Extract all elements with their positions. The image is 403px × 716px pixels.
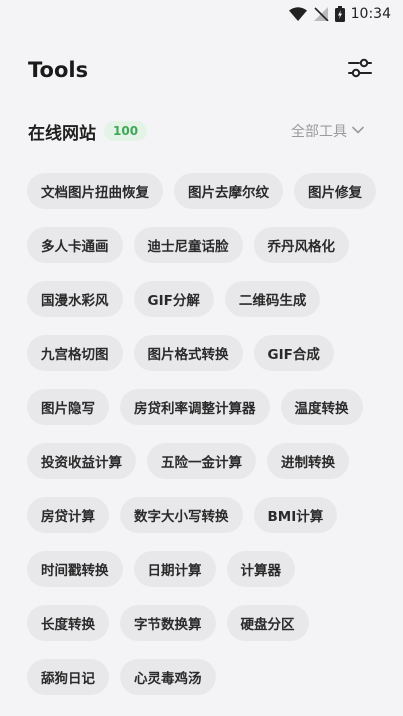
tool-chip[interactable]: 投资收益计算 — [27, 443, 136, 479]
tool-chip[interactable]: 乔丹风格化 — [253, 227, 349, 263]
tool-chip[interactable]: 房贷计算 — [27, 497, 109, 533]
no-signal-icon — [313, 7, 329, 21]
tool-chip[interactable]: 国漫水彩风 — [27, 281, 123, 317]
count-badge: 100 — [104, 121, 148, 141]
filter-settings-button[interactable] — [345, 55, 375, 85]
tool-chip[interactable]: 进制转换 — [267, 443, 349, 479]
app-header: Tools — [28, 52, 375, 88]
tool-chip[interactable]: 舔狗日记 — [27, 659, 109, 695]
tool-chip[interactable]: GIF合成 — [253, 335, 334, 371]
tool-chip[interactable]: 图片去摩尔纹 — [174, 173, 283, 209]
section-title-group: 在线网站 100 — [28, 119, 148, 144]
tool-chip[interactable]: 硬盘分区 — [226, 605, 309, 641]
tool-chip[interactable]: 图片隐写 — [27, 389, 109, 425]
tool-chip[interactable]: 日期计算 — [133, 551, 216, 587]
wifi-icon — [288, 7, 307, 21]
status-time: 10:34 — [350, 6, 391, 22]
tool-chip[interactable]: 九宫格切图 — [27, 335, 123, 371]
tool-chip[interactable]: 长度转换 — [27, 605, 109, 641]
battery-icon — [334, 6, 345, 22]
chevron-down-icon — [351, 123, 365, 139]
tool-chip[interactable]: 迪士尼童话脸 — [133, 227, 243, 263]
page-title: Tools — [28, 58, 89, 82]
category-filter-dropdown[interactable]: 全部工具 — [291, 121, 365, 141]
filter-label: 全部工具 — [291, 124, 347, 140]
tool-chip[interactable]: 温度转换 — [280, 389, 363, 425]
tool-chip[interactable]: 心灵毒鸡汤 — [120, 659, 216, 695]
status-bar: 10:34 — [0, 0, 403, 28]
sliders-icon — [347, 56, 373, 84]
tool-chip[interactable]: 二维码生成 — [224, 281, 321, 317]
tool-chip[interactable]: 文档图片扭曲恢复 — [27, 173, 163, 209]
tool-chip[interactable]: 房贷利率调整计算器 — [120, 389, 270, 425]
tool-chip[interactable]: 计算器 — [226, 551, 295, 587]
tool-chip[interactable]: 图片格式转换 — [133, 335, 243, 371]
tool-chip[interactable]: 字节数换算 — [120, 605, 216, 641]
tool-chip[interactable]: 时间戳转换 — [27, 551, 123, 587]
tool-chip[interactable]: BMI计算 — [253, 497, 338, 533]
tool-chip[interactable]: 五险一金计算 — [147, 443, 256, 479]
tool-chip[interactable]: 多人卡通画 — [27, 227, 123, 263]
section-title: 在线网站 — [28, 123, 96, 144]
tool-chip[interactable]: GIF分解 — [133, 281, 214, 317]
tool-chip-list: 文档图片扭曲恢复 图片去摩尔纹 图片修复多人卡通画 迪士尼童话脸 乔丹风格化国漫水彩风 G… — [27, 173, 383, 695]
section-header: 在线网站 100 全部工具 — [28, 115, 365, 147]
tool-chip[interactable]: 数字大小写转换 — [120, 497, 243, 533]
tool-chip[interactable]: 图片修复 — [294, 173, 376, 209]
